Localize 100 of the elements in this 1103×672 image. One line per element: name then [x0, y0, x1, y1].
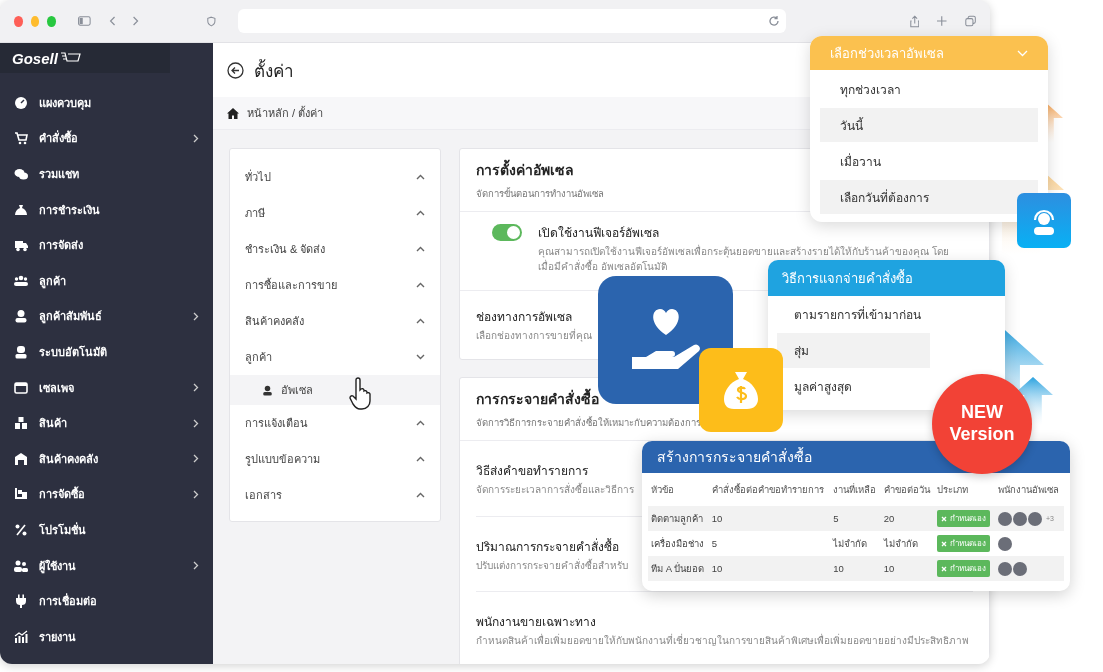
- chevron-right-icon: [193, 383, 199, 393]
- dropdown-option[interactable]: ทุกช่วงเวลา: [820, 72, 1038, 106]
- share-icon[interactable]: [909, 13, 920, 29]
- settings-menu-item[interactable]: การซื้อและการขาย: [230, 267, 440, 303]
- close-icon: [941, 515, 948, 522]
- card-title: การตั้งค่าอัพเซล: [476, 159, 574, 181]
- menu-option[interactable]: ตามรายการที่เข้ามาก่อน: [768, 297, 1005, 332]
- sidebar-item[interactable]: สินค้าคงคลัง: [0, 440, 213, 477]
- tabs-overview-icon[interactable]: [964, 14, 976, 28]
- sidebar-item[interactable]: การจัดส่ง: [0, 227, 213, 263]
- settings-menu-item[interactable]: ชำระเงิน & จัดส่ง: [230, 231, 440, 267]
- sidebar-item[interactable]: รวมแชท: [0, 156, 213, 192]
- chevron-icon: [416, 318, 425, 324]
- settings-menu-item[interactable]: ทั่วไป: [230, 159, 440, 195]
- dropdown-option[interactable]: วันนี้: [820, 108, 1038, 142]
- chevron-icon: [416, 210, 425, 216]
- sidebar-item[interactable]: ลูกค้าสัมพันธ์: [0, 298, 213, 335]
- sidebar-item[interactable]: คำสั่งซื้อ: [0, 120, 213, 157]
- settings-menu-item[interactable]: การแจ้งเตือน: [230, 405, 440, 441]
- settings-submenu-item[interactable]: อัพเซล: [230, 375, 440, 405]
- setting-title: เปิดใช้งานฟีเจอร์อัพเซล: [538, 225, 659, 242]
- settings-menu-item[interactable]: สินค้าคงคลัง: [230, 303, 440, 339]
- settings-menu-item[interactable]: รูปแบบข้อความ: [230, 441, 440, 477]
- people-icon: [14, 273, 28, 288]
- close-icon: [941, 540, 948, 547]
- address-field[interactable]: [237, 9, 786, 33]
- chevron-icon: [416, 492, 425, 498]
- type-tag: กำหนดเอง: [937, 510, 991, 527]
- sidebar-toggle-icon[interactable]: [78, 15, 91, 27]
- dropdown-option[interactable]: เมื่อวาน: [820, 144, 1038, 178]
- column-header: ประเภท: [934, 473, 995, 506]
- sidebar-item[interactable]: เซลเพจ: [0, 369, 213, 406]
- setting-title: ช่องทางการอัพเซล: [476, 309, 572, 326]
- chevron-icon: [416, 354, 425, 360]
- chevron-icon: [416, 282, 425, 288]
- menu-option[interactable]: สุ่ม: [777, 333, 930, 368]
- minimize-window-button[interactable]: [30, 15, 40, 27]
- logo[interactable]: Gosell: [0, 43, 170, 73]
- chevron-icon: [416, 420, 425, 426]
- bar-chart-icon: [14, 629, 28, 644]
- sidebar-item[interactable]: แผงควบคุม: [0, 85, 213, 121]
- sidebar-item[interactable]: การชำระเงิน: [0, 191, 213, 228]
- chevron-right-icon: [193, 418, 199, 428]
- zoom-window-button[interactable]: [47, 15, 57, 27]
- table-cell: 5: [708, 531, 831, 556]
- dashboard-icon: [14, 95, 28, 110]
- chevron-right-icon: [193, 454, 199, 464]
- shield-icon[interactable]: [207, 14, 216, 28]
- setting-description: เลือกช่องทางการขายที่คุณ: [476, 329, 592, 344]
- settings-menu-item[interactable]: เอกสาร: [230, 477, 440, 513]
- setting-description: จัดการระยะเวลาการสั่งซื้อและวิธีการ: [476, 483, 634, 497]
- column-header: คำขอต่อวัน: [880, 473, 935, 506]
- avatar: [1013, 561, 1027, 576]
- sidebar-item[interactable]: ลูกค้า: [0, 262, 213, 299]
- sidebar-item[interactable]: การเชื่อมต่อ: [0, 583, 213, 619]
- chevron-right-icon: [193, 561, 199, 570]
- sidebar-item[interactable]: สินค้า: [0, 405, 213, 441]
- sidebar-item[interactable]: โปรโมชั่น: [0, 512, 213, 548]
- toggle-switch[interactable]: [492, 224, 522, 241]
- breadcrumb: หน้าหลัก / ตั้งค่า: [247, 105, 324, 121]
- back-icon[interactable]: [108, 15, 116, 27]
- forward-icon[interactable]: [132, 15, 140, 27]
- column-header: คำสั่งซื้อต่อคำขอทำรายการ: [708, 473, 831, 506]
- chevron-down-icon: [1017, 49, 1028, 57]
- browser-window-icon: [14, 380, 28, 395]
- sidebar-item[interactable]: ระบบอัตโนมัติ: [0, 334, 213, 370]
- settings-menu-item[interactable]: ภาษี: [230, 195, 440, 231]
- settings-menu-item[interactable]: ลูกค้า: [230, 339, 440, 375]
- hand-cursor-icon: [349, 377, 373, 411]
- reload-icon[interactable]: [767, 15, 780, 27]
- close-icon: [941, 565, 948, 572]
- card-subtitle: จัดการวิธีการกระจายคำสั่งซื้อให้เหมาะกับความต้องการ: [476, 415, 701, 430]
- avatar: [1028, 511, 1042, 526]
- warehouse-icon: [14, 451, 28, 466]
- avatar: [998, 561, 1012, 576]
- person-icon: [14, 309, 28, 324]
- table-cell: ไม่จำกัด: [880, 531, 935, 556]
- column-header: หัวข้อ: [648, 473, 709, 506]
- dropdown-option[interactable]: เลือกวันที่ต้องการ: [820, 180, 1038, 214]
- chevron-right-icon: [193, 133, 199, 143]
- setting-title: ปริมาณการกระจายคำสั่งซื้อ: [476, 537, 619, 556]
- cart-icon: [14, 131, 28, 146]
- avatar: [998, 511, 1012, 526]
- sidebar-item[interactable]: รายงาน: [0, 618, 213, 655]
- home-icon[interactable]: [227, 107, 239, 119]
- new-tab-icon[interactable]: [937, 15, 947, 27]
- setting-title: วิธีส่งคำขอทำรายการ: [476, 463, 588, 480]
- close-window-button[interactable]: [14, 15, 23, 27]
- sidebar-item[interactable]: ผู้ใช้งาน: [0, 547, 213, 584]
- chevron-right-icon: [193, 489, 199, 499]
- setting-description: ปรับแต่งการกระจายคำสั่งซื้อสำหรับ: [476, 558, 628, 573]
- page-title: ตั้งค่า: [254, 58, 294, 83]
- table-cell: 10: [708, 556, 831, 581]
- table-cell: 10: [880, 556, 935, 581]
- setting-title: พนักงานขายเฉพาะทาง: [476, 614, 596, 631]
- sidebar-item[interactable]: การจัดซื้อ: [0, 476, 213, 513]
- table-cell: 5: [830, 506, 881, 531]
- card-title: การกระจายคำสั่งซื้อ: [476, 388, 599, 410]
- avatar: [998, 536, 1012, 551]
- menu-option[interactable]: มูลค่าสูงสุด: [785, 369, 910, 404]
